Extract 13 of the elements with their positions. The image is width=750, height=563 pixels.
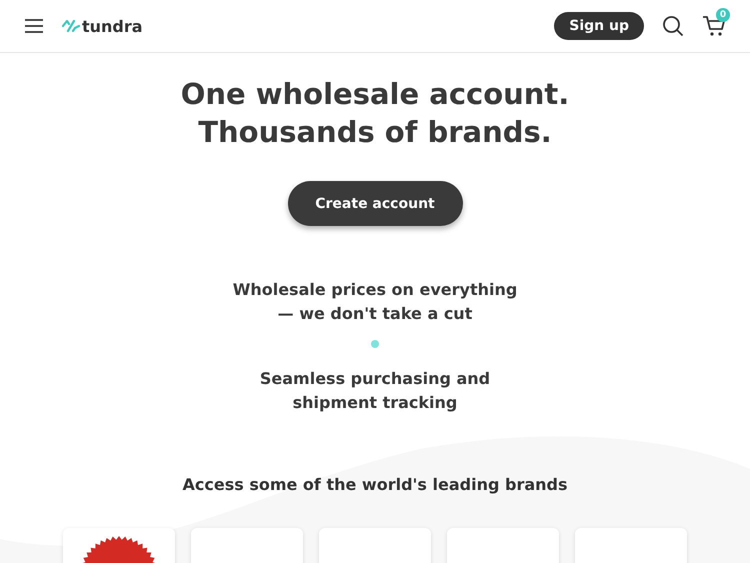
sign-up-button[interactable]: Sign up bbox=[554, 12, 644, 40]
brands-heading: Access some of the world's leading brands bbox=[182, 475, 568, 494]
hero-title-line: One wholesale account. bbox=[180, 76, 570, 113]
feature-text: Seamless purchasing and shipment tracking bbox=[258, 368, 492, 414]
cart-count-badge: 0 bbox=[716, 8, 730, 22]
separator-dot bbox=[371, 340, 379, 348]
create-account-button[interactable]: Create account bbox=[288, 181, 462, 226]
logo-icon bbox=[62, 19, 80, 33]
search-icon[interactable] bbox=[662, 15, 684, 37]
menu-icon[interactable] bbox=[24, 18, 44, 34]
logo-text[interactable]: tundra bbox=[82, 16, 143, 36]
feature-text: Wholesale prices on everything — we don't take a cut bbox=[232, 279, 518, 325]
hero-title-line: Thousands of brands. bbox=[198, 114, 552, 151]
